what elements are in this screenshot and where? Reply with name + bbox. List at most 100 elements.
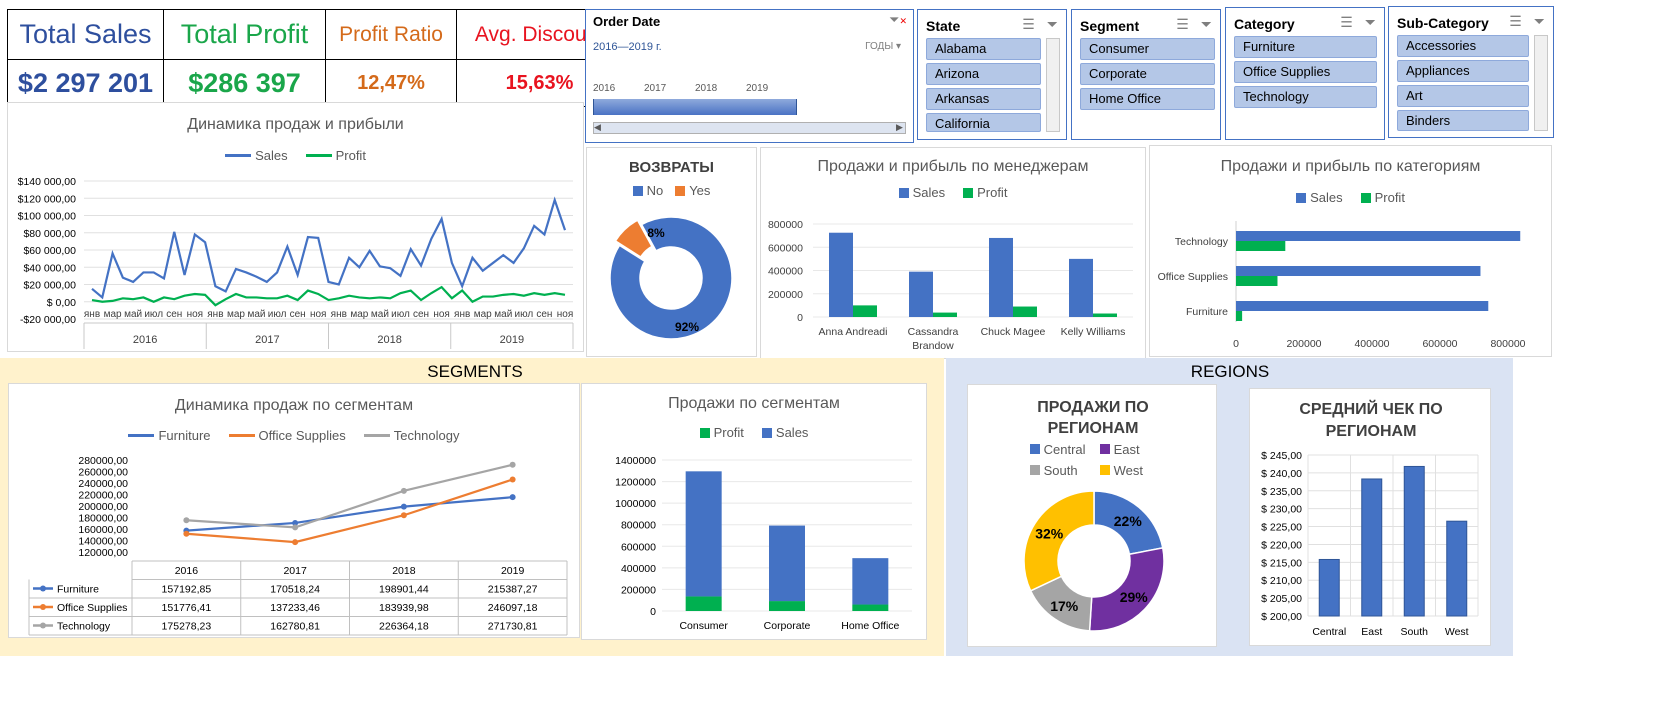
clear-filter-icon[interactable]: ⏷ (1534, 13, 1545, 30)
x-tick-label: ноя (310, 309, 327, 320)
bar-sales (1069, 258, 1093, 317)
x-tick-label: июл (515, 309, 534, 320)
subcategory-item-art[interactable]: Art (1397, 85, 1529, 107)
multi-select-icon[interactable]: ☰ (1340, 14, 1353, 31)
y-tick-label: 260000,00 (78, 467, 128, 479)
category-item-furniture[interactable]: Furniture (1234, 36, 1377, 58)
kpi-total-profit-value: $286 397 (164, 60, 326, 106)
scroll-left-icon[interactable]: ◀ (594, 122, 601, 133)
subcategory-slicer[interactable]: Sub-Category ☰ ⏷ Accessories Appliances A… (1388, 6, 1554, 138)
x-tick-label: Home Office (841, 620, 899, 632)
timeline-unit-dropdown[interactable]: ГОДЫ ▾ (865, 41, 901, 52)
state-scrollbar[interactable] (1046, 38, 1060, 132)
state-item-california[interactable]: California (926, 113, 1041, 132)
table-row-label: Office Supplies (57, 602, 127, 614)
timeline-selection-bar[interactable] (593, 99, 797, 115)
y-tick-label: $ 225,00 (1261, 522, 1302, 534)
data-label-south: 17% (1050, 598, 1079, 614)
segment-slicer[interactable]: Segment ☰ ⏷ Consumer Corporate Home Offic… (1071, 9, 1221, 140)
managers-plot: 0 200000 400000 600000 800000 Anna Andreadi Ca… (768, 219, 1133, 352)
y-tick-label: Furniture (1186, 306, 1228, 318)
y-tick-label: 200000,00 (78, 501, 128, 513)
y-tick-label: 120000,00 (78, 547, 128, 559)
segment-dynamics-chart: Динамика продаж по сегментам Furniture O… (8, 383, 580, 638)
series-point (509, 461, 516, 468)
x-tick-label: сен (536, 309, 552, 320)
clear-filter-icon[interactable]: ⏷ (1201, 16, 1212, 33)
data-label-yes: 8% (647, 226, 665, 240)
segment-item-home-office[interactable]: Home Office (1080, 88, 1215, 110)
x-tick-label: West (1445, 626, 1469, 638)
table-cell: 162780,81 (270, 621, 320, 633)
bar-sales (989, 237, 1013, 317)
segment-sales-chart: Продажи по сегментам Profit Sales 0 20000… (581, 383, 927, 640)
y-tick-label: $40 000,00 (23, 262, 76, 274)
table-legend-key (40, 585, 46, 592)
bar-sales (829, 232, 853, 317)
kpi-total-sales-value: $2 297 201 (8, 60, 164, 106)
bar-sales (1236, 266, 1481, 276)
y-tick-label: $ 235,00 (1261, 486, 1302, 498)
bar-avg-check (1403, 465, 1425, 617)
bar-profit (1093, 313, 1117, 317)
bar-profit (685, 596, 722, 611)
x-tick-label: South (1401, 626, 1429, 638)
y-tick-label: Office Supplies (1158, 271, 1228, 283)
data-label-no: 92% (675, 320, 699, 334)
segment-item-consumer[interactable]: Consumer (1080, 38, 1215, 60)
x-tick-label: Cassandra (908, 326, 959, 338)
subcategory-item-appliances[interactable]: Appliances (1397, 60, 1529, 82)
y-tick-label: $60 000,00 (23, 245, 76, 257)
y-tick-label: $ 0,00 (47, 297, 76, 309)
x-tick-label: янв (207, 309, 223, 320)
bar-profit (852, 604, 889, 611)
state-item-arizona[interactable]: Arizona (926, 63, 1041, 85)
bar-profit (853, 305, 877, 317)
table-cell: 215387,27 (488, 584, 538, 596)
x-tick-label: май (494, 309, 512, 320)
subcategory-item-binders[interactable]: Binders (1397, 110, 1529, 131)
table-cell: 151776,41 (162, 602, 212, 614)
x-tick-label: июл (268, 309, 287, 320)
timeline-title: Order Date (593, 14, 661, 29)
x-tick-label: 200000 (1286, 338, 1321, 350)
clear-filter-icon[interactable]: ⏷✕ (889, 12, 907, 28)
multi-select-icon[interactable]: ☰ (1176, 16, 1189, 33)
clear-filter-icon[interactable]: ⏷ (1365, 14, 1376, 31)
x-tick-label: Kelly Williams (1061, 326, 1126, 338)
table-legend-key (40, 604, 46, 610)
category-item-office-supplies[interactable]: Office Supplies (1234, 61, 1377, 83)
timeline-year-2017: 2017 (644, 83, 667, 94)
multi-select-icon[interactable]: ☰ (1022, 16, 1035, 33)
x-tick-label: янв (454, 309, 470, 320)
x-tick-label: янв (331, 309, 347, 320)
segment-sales-plot: 0 200000 400000 600000 800000 1000000 1200000 1… (615, 455, 912, 632)
segment-item-corporate[interactable]: Corporate (1080, 63, 1215, 85)
state-item-alabama[interactable]: Alabama (926, 38, 1041, 60)
multi-select-icon[interactable]: ☰ (1509, 13, 1522, 30)
series-point (509, 476, 516, 483)
bar-profit (1236, 241, 1286, 251)
x-tick-label: 400000 (1354, 338, 1389, 350)
kpi-table: Total Sales Total Profit Profit Ratio Av… (7, 9, 622, 107)
table-cell: 226364,18 (379, 621, 429, 633)
y-tick-label: $100 000,00 (18, 211, 77, 223)
region-sales-chart: ПРОДАЖИ ПО РЕГИОНАМ Central East South W… (967, 384, 1217, 647)
scroll-right-icon[interactable]: ▶ (896, 122, 903, 133)
y-tick-label: 400000 (768, 266, 803, 278)
x-tick-label: ноя (557, 309, 574, 320)
subcategory-slicer-title: Sub-Category (1397, 15, 1489, 31)
x-tick-label: 0 (1233, 338, 1239, 350)
x-tick-label: ноя (433, 309, 450, 320)
timeline-year-2016: 2016 (593, 83, 616, 94)
state-slicer[interactable]: State ☰ ⏷ Alabama Arizona Arkansas Califo… (917, 9, 1067, 140)
state-item-arkansas[interactable]: Arkansas (926, 88, 1041, 110)
kpi-profit-ratio-header: Profit Ratio (326, 10, 457, 60)
order-date-timeline[interactable]: Order Date ⏷✕ 2016—2019 г. ГОДЫ ▾ 2016 2… (585, 9, 914, 143)
category-item-technology[interactable]: Technology (1234, 86, 1377, 108)
clear-filter-icon[interactable]: ⏷ (1047, 16, 1058, 33)
category-slicer[interactable]: Category ☰ ⏷ Furniture Office Supplies Te… (1225, 7, 1385, 140)
timeline-scrollbar[interactable] (593, 122, 906, 134)
subcategory-item-accessories[interactable]: Accessories (1397, 35, 1529, 57)
subcategory-scrollbar[interactable] (1534, 35, 1548, 131)
